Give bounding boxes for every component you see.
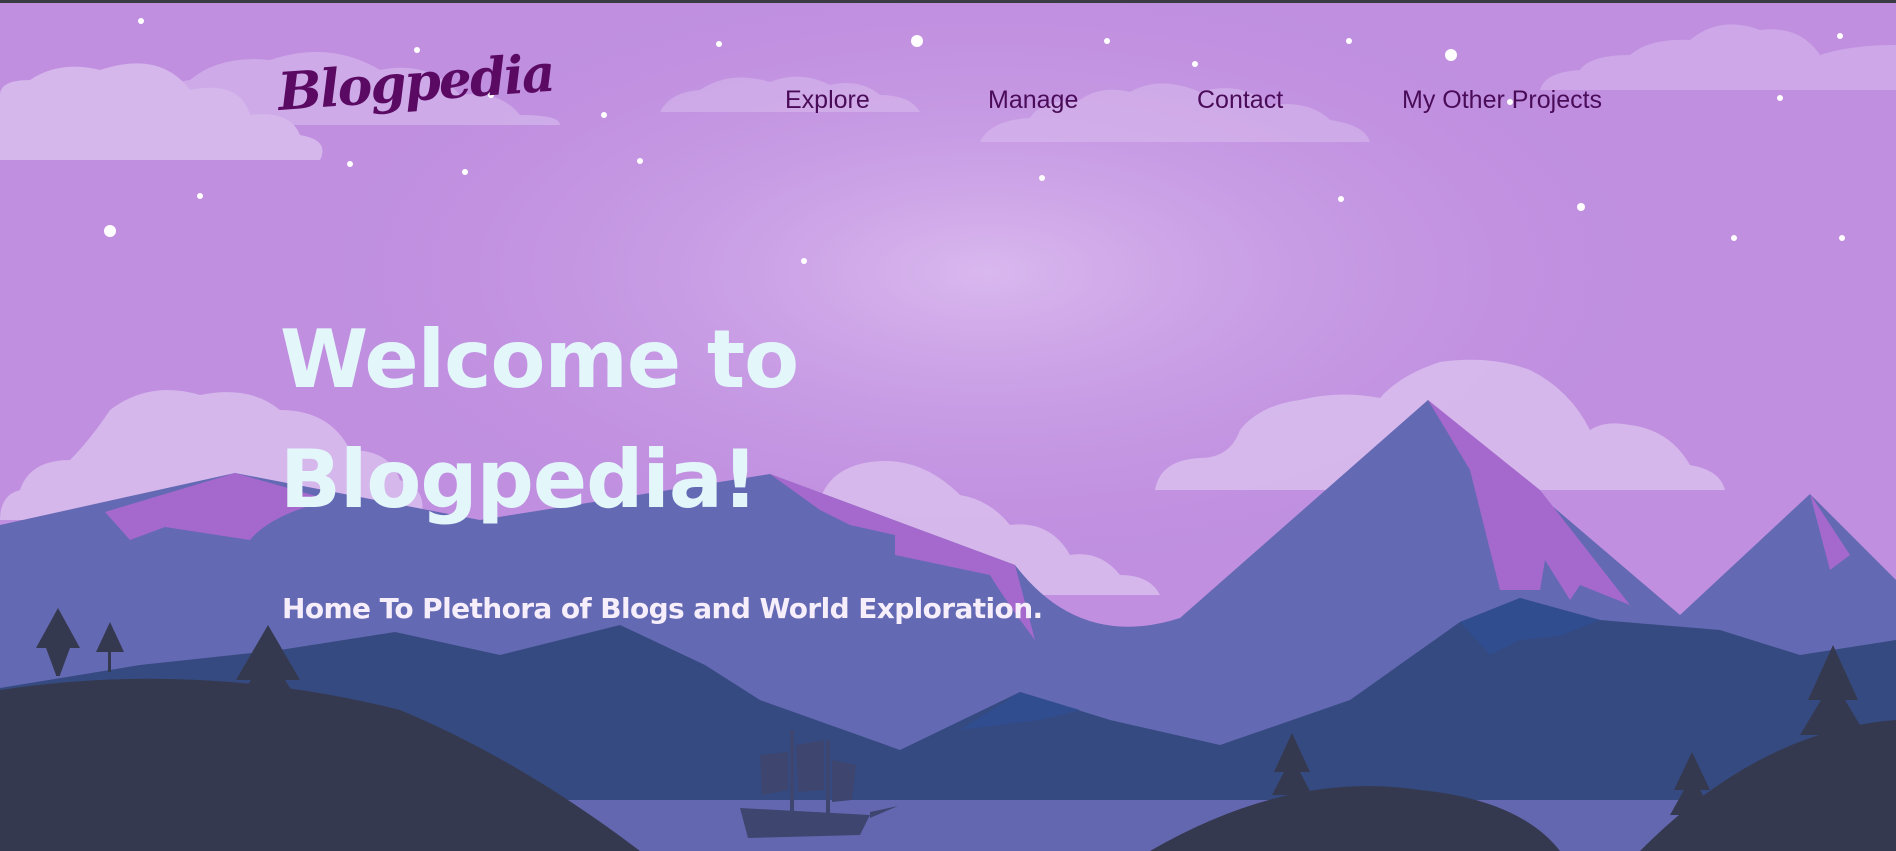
hero-headline-line2: Blogpedia!	[280, 433, 758, 526]
window-top-border	[0, 0, 1896, 3]
hero-headline-line1: Welcome to	[280, 313, 799, 406]
nav-link-explore[interactable]: Explore	[785, 83, 870, 117]
nav-link-my-other-projects[interactable]: My Other Projects	[1402, 83, 1602, 117]
nav-link-manage[interactable]: Manage	[988, 83, 1078, 117]
hero-headline: Welcome to Blogpedia!	[280, 300, 1040, 540]
hero-tagline: Home To Plethora of Blogs and World Expl…	[282, 592, 1043, 625]
main-navigation: Explore Manage Contact My Other Projects	[0, 83, 1896, 117]
nav-link-contact[interactable]: Contact	[1197, 83, 1283, 117]
hero-section: Blogpedia Explore Manage Contact My Othe…	[0, 0, 1896, 851]
